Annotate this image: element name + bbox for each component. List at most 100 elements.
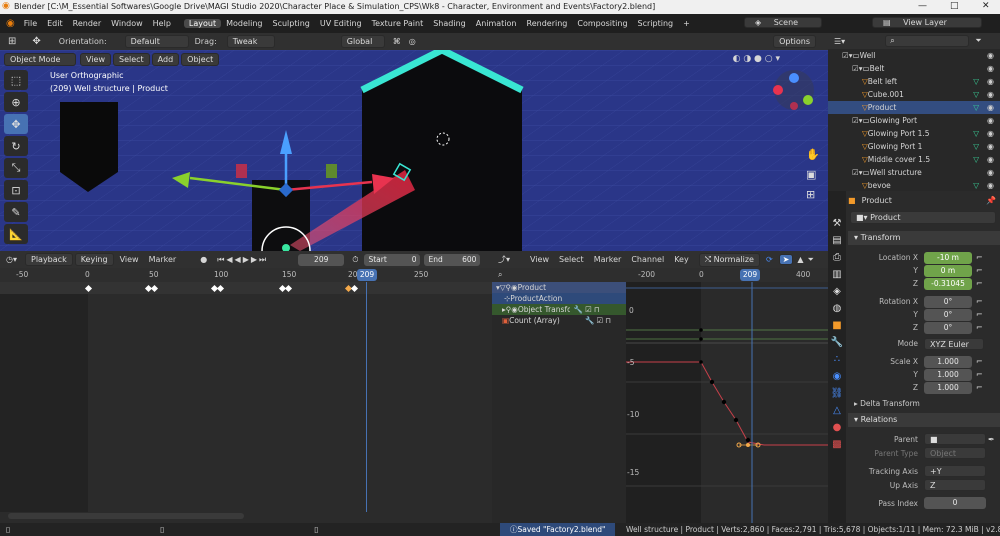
pan-hand-icon[interactable]: ✋ bbox=[806, 148, 820, 161]
exclude-checkbox-icon[interactable]: ☑ bbox=[852, 168, 859, 177]
visibility-eye-icon[interactable]: ◉ bbox=[987, 129, 994, 138]
normalize-toggle[interactable]: ⤭ Normalize bbox=[698, 252, 760, 267]
particles-tab-icon[interactable]: ∴ bbox=[828, 351, 846, 368]
lock-icon[interactable]: ⌐ bbox=[976, 266, 983, 275]
menu-playback[interactable]: Playback bbox=[25, 253, 73, 266]
filter-icon[interactable]: ⏷ bbox=[975, 36, 981, 46]
scale-z-field[interactable]: 1.000 bbox=[924, 381, 972, 394]
outliner-item[interactable]: ☑ ▾ ▭ Well ◉ bbox=[828, 49, 1000, 62]
view-layer-selector[interactable]: ▤ View Layer bbox=[872, 17, 982, 28]
move-tool-icon[interactable]: ✥ bbox=[4, 114, 28, 134]
menu-window[interactable]: Window bbox=[106, 19, 148, 28]
lock-icon[interactable]: ⊓ bbox=[594, 305, 600, 314]
tab-modeling[interactable]: Modeling bbox=[221, 19, 267, 28]
checkbox-icon[interactable]: ☑ bbox=[596, 316, 603, 325]
outliner-item[interactable]: ▽ Middle cover 1.5 ▽ ◉ bbox=[828, 153, 1000, 166]
delta-transform-panel-header[interactable]: ▸ Delta Transform bbox=[854, 399, 920, 408]
exclude-checkbox-icon[interactable]: ☑ bbox=[842, 51, 849, 60]
rotation-x-field[interactable]: 0° bbox=[924, 295, 972, 308]
menu-marker[interactable]: Marker bbox=[149, 255, 177, 264]
menu-keying[interactable]: Keying bbox=[74, 253, 114, 266]
lock-icon[interactable]: ⌐ bbox=[976, 323, 983, 332]
output-tab-icon[interactable]: ⎙ bbox=[828, 249, 846, 266]
outliner-editor-icon[interactable]: ☰▾ bbox=[834, 37, 845, 46]
tab-uv-editing[interactable]: UV Editing bbox=[315, 19, 367, 28]
material-tab-icon[interactable]: ● bbox=[828, 419, 846, 436]
menu-graph-marker[interactable]: Marker bbox=[594, 255, 622, 264]
drag-dropdown[interactable]: Tweak bbox=[226, 35, 275, 48]
tab-layout[interactable]: Layout bbox=[183, 19, 222, 28]
up-axis-dropdown[interactable]: Z bbox=[924, 479, 986, 491]
graph-editor-icon[interactable]: ⤴▾ bbox=[498, 254, 510, 265]
measure-tool-icon[interactable]: 📐 bbox=[4, 224, 28, 244]
object-mode-dropdown[interactable]: Object Mode bbox=[4, 52, 76, 66]
scene-tab-icon[interactable]: ◈ bbox=[828, 283, 846, 300]
rotation-y-field[interactable]: 0° bbox=[924, 308, 972, 321]
menu-view[interactable]: View bbox=[80, 52, 111, 66]
outliner-item[interactable]: ☑ ▾ ▭ Well structure ◉ bbox=[828, 166, 1000, 179]
menu-timeline-view[interactable]: View bbox=[120, 255, 139, 264]
3d-viewport[interactable]: User Orthographic (209) Well structure |… bbox=[0, 50, 828, 251]
view-layer-field[interactable]: ▤ View Layer bbox=[872, 17, 982, 28]
close-button[interactable]: ✕ bbox=[982, 1, 990, 11]
lock-icon[interactable]: ⌐ bbox=[976, 357, 983, 366]
menu-graph-select[interactable]: Select bbox=[559, 255, 584, 264]
scene-selector[interactable]: ◈ Scene bbox=[744, 17, 822, 28]
visibility-eye-icon[interactable]: ◉ bbox=[987, 116, 994, 125]
timeline-editor-icon[interactable]: ◷▾ bbox=[6, 255, 17, 264]
tool-tab-icon[interactable]: ⚒ bbox=[828, 215, 846, 232]
save-report[interactable]: ⓘ Saved "Factory2.blend" bbox=[500, 523, 616, 536]
lock-icon[interactable]: ⌐ bbox=[976, 253, 983, 262]
ghost-icon[interactable]: ▲ bbox=[797, 255, 803, 264]
orientation-dropdown[interactable]: Default bbox=[124, 35, 189, 48]
annotate-tool-icon[interactable]: ✎ bbox=[4, 202, 28, 222]
tab-rendering[interactable]: Rendering bbox=[522, 19, 573, 28]
menu-edit[interactable]: Edit bbox=[42, 19, 68, 28]
tab-shading[interactable]: Shading bbox=[428, 19, 471, 28]
timeline-area[interactable] bbox=[0, 282, 492, 512]
add-workspace-button[interactable]: + bbox=[678, 19, 695, 28]
outliner-search-input[interactable]: ⌕ bbox=[885, 35, 970, 47]
timeline-ruler[interactable]: -50 0 50 100 150 200 250 209 bbox=[0, 268, 492, 282]
object-tab-icon[interactable]: ■ bbox=[828, 317, 846, 334]
visibility-eye-icon[interactable]: ◉ bbox=[987, 90, 994, 99]
menu-add[interactable]: Add bbox=[151, 52, 180, 66]
lock-icon[interactable]: ⌐ bbox=[976, 310, 983, 319]
zoom-icon[interactable]: ⊞ bbox=[806, 188, 815, 201]
select-tool-icon[interactable]: ⬚ bbox=[4, 70, 28, 90]
relations-panel-header[interactable]: ▾ Relations bbox=[848, 413, 1000, 427]
pass-index-field[interactable]: 0 bbox=[924, 497, 986, 509]
snap-icon[interactable]: ⌘ bbox=[393, 37, 401, 46]
lock-icon[interactable]: ⌐ bbox=[976, 383, 983, 392]
lock-icon[interactable]: ⊓ bbox=[605, 316, 611, 325]
lock-icon[interactable]: ⌐ bbox=[976, 279, 983, 288]
outliner-item[interactable]: ☑ ▾ ▭ Glowing Port ◉ bbox=[828, 114, 1000, 127]
visibility-eye-icon[interactable]: ◉ bbox=[987, 51, 994, 60]
options-dropdown[interactable]: Options bbox=[773, 35, 816, 48]
tab-texture-paint[interactable]: Texture Paint bbox=[367, 19, 429, 28]
visibility-eye-icon[interactable]: ◉ bbox=[987, 155, 994, 164]
tab-sculpting[interactable]: Sculpting bbox=[268, 19, 315, 28]
texture-tab-icon[interactable]: ▩ bbox=[828, 436, 846, 453]
editor-type-icon[interactable]: ⊞ bbox=[8, 36, 16, 47]
visibility-eye-icon[interactable]: ◉ bbox=[987, 168, 994, 177]
camera-icon[interactable]: ▣ bbox=[806, 168, 816, 181]
end-frame-field[interactable]: End 600 bbox=[424, 253, 481, 266]
view-layer-tab-icon[interactable]: ▥ bbox=[828, 266, 846, 283]
sync-icon[interactable]: ⟳ bbox=[766, 255, 773, 264]
graph-ruler[interactable]: -200 0 400 209 bbox=[626, 268, 828, 282]
scale-x-field[interactable]: 1.000 bbox=[924, 355, 972, 368]
rotate-tool-icon[interactable]: ↻ bbox=[4, 136, 28, 156]
outliner-item[interactable]: ▽ Cube.001 ▽ ◉ bbox=[828, 88, 1000, 101]
menu-object[interactable]: Object bbox=[181, 52, 220, 66]
shading-modes-icon[interactable]: ◐ ◑ ● ○ ▾ bbox=[733, 54, 780, 64]
current-frame-field[interactable]: 209 bbox=[298, 253, 345, 266]
visibility-eye-icon[interactable]: ◉ bbox=[987, 77, 994, 86]
blender-menu-icon[interactable]: ◉ bbox=[0, 18, 19, 29]
exclude-checkbox-icon[interactable]: ☑ bbox=[852, 116, 859, 125]
playback-controls-icon[interactable]: ⏮◀◀▶▶⏭ bbox=[217, 255, 268, 265]
scale-y-field[interactable]: 1.000 bbox=[924, 368, 972, 381]
playhead-label[interactable]: 209 bbox=[357, 269, 377, 281]
menu-graph-view[interactable]: View bbox=[530, 255, 549, 264]
graph-playhead-label[interactable]: 209 bbox=[740, 269, 760, 281]
